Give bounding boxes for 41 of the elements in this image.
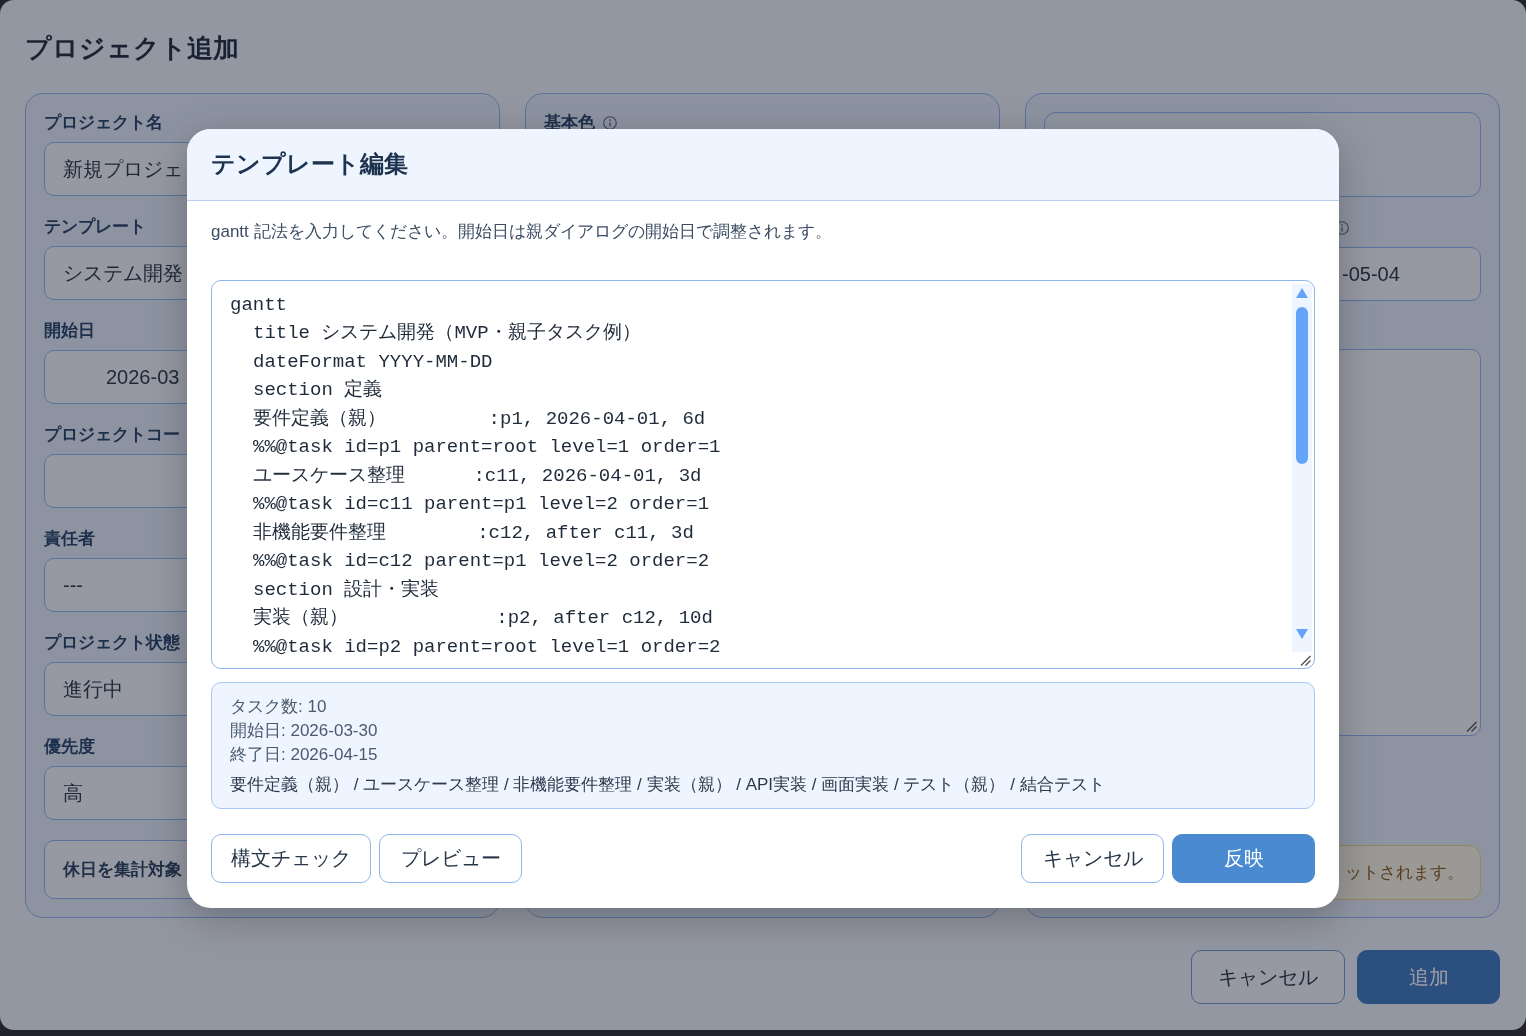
summary-line: 開始日: 2026-03-30 <box>230 719 378 742</box>
field-label: プロジェクト状態 <box>44 632 180 654</box>
code-line: %%@task id=p2 parent=root level=1 order=2 <box>253 634 721 660</box>
summary-line: タスク数: 10 <box>230 695 327 718</box>
scroll-down-icon[interactable] <box>1296 628 1308 639</box>
preview-button[interactable]: プレビュー <box>379 833 522 883</box>
page-title: プロジェクト追加 <box>25 32 239 65</box>
apply-button[interactable]: 反映 <box>1172 833 1315 883</box>
code-line: %%@task id=p1 parent=root level=1 order=1 <box>253 435 721 460</box>
field-label: 開始日 <box>44 320 95 342</box>
syntax-check-button[interactable]: 構文チェック <box>211 833 371 883</box>
code-line: section 定義 <box>253 378 383 403</box>
code-line: gantt <box>230 292 287 318</box>
code-line: title システム開発（MVP・親子タスク例） <box>253 321 641 346</box>
scrollbar-thumb[interactable] <box>1296 306 1308 464</box>
dialog-description: gantt 記法を入力してください。開始日は親ダイアログの開始日で調整されます。 <box>211 220 832 243</box>
field-label: 優先度 <box>44 736 95 758</box>
field-label: プロジェクトコー <box>44 424 180 446</box>
code-line: dateFormat YYYY-MM-DD <box>253 349 493 375</box>
code-line: %%@task id=c11 parent=p1 level=2 order=1 <box>253 492 710 517</box>
code-line: 要件定義（親） :p1, 2026-04-01, 6d <box>253 406 706 432</box>
code-line: section 設計・実装 <box>253 577 440 603</box>
code-editor[interactable] <box>211 279 1315 669</box>
cancel-button[interactable]: キャンセル <box>1021 833 1164 883</box>
add-button[interactable]: 追加 <box>1357 950 1500 1004</box>
notice-text: ットされます。 <box>1345 861 1464 884</box>
code-line: %%@task id=c12 parent=p1 level=2 order=2 <box>253 549 710 574</box>
field-label: テンプレート <box>44 216 146 238</box>
resize-handle-icon[interactable] <box>1300 654 1311 666</box>
scroll-up-icon[interactable] <box>1296 287 1308 298</box>
field-label: プロジェクト名 <box>44 112 163 134</box>
code-line: 実装（親） :p2, after c12, 10d <box>253 606 713 631</box>
code-line: ユースケース整理 :c11, 2026-04-01, 3d <box>253 463 702 489</box>
scrollbar-track[interactable] <box>1292 283 1312 652</box>
resize-handle-icon[interactable] <box>1466 721 1477 732</box>
dialog-title: テンプレート編集 <box>211 149 408 179</box>
field-label: 責任者 <box>44 528 95 550</box>
code-line: 非機能要件整理 :c12, after c11, 3d <box>253 520 694 546</box>
task-path-text: 要件定義（親） / ユースケース整理 / 非機能要件整理 / 実装（親） / API実装 / 画面実装 / テスト（親） / 結合テスト <box>230 773 1105 796</box>
cancel-button[interactable]: キャンセル <box>1191 950 1345 1004</box>
summary-line: 終了日: 2026-04-15 <box>230 743 378 766</box>
